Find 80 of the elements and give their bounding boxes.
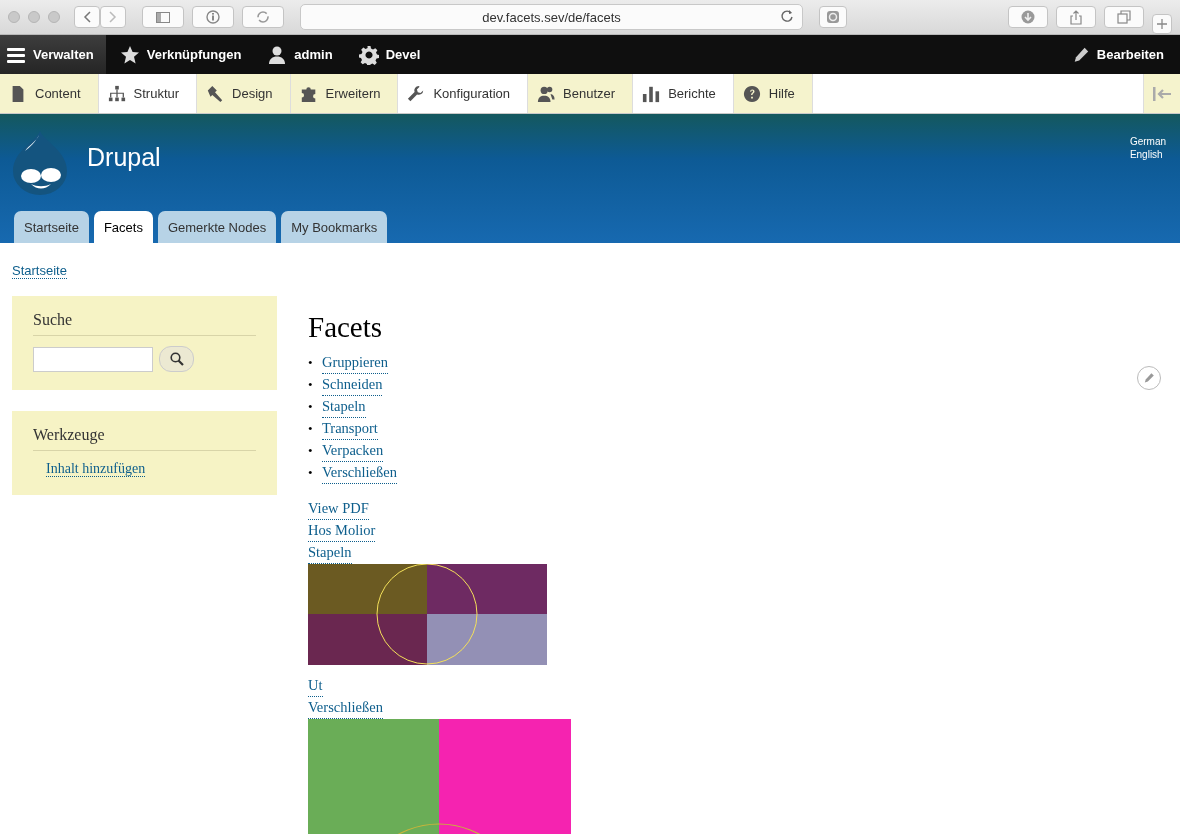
reader-button[interactable] bbox=[819, 6, 847, 28]
tabs-icon bbox=[1117, 10, 1131, 24]
forward-icon bbox=[109, 11, 117, 23]
download-icon bbox=[1021, 10, 1035, 24]
edit-button[interactable] bbox=[1137, 366, 1161, 390]
breadcrumb-link[interactable]: Startseite bbox=[12, 263, 67, 279]
download-button[interactable] bbox=[1008, 6, 1048, 28]
tray-menu-item[interactable]: Benutzer bbox=[528, 74, 634, 113]
sync-icon bbox=[256, 10, 270, 24]
reload-icon bbox=[780, 9, 794, 23]
bullet: • bbox=[308, 398, 314, 416]
address-bar[interactable]: dev.facets.sev/de/facets bbox=[300, 4, 803, 30]
facet-link[interactable]: Stapeln bbox=[322, 396, 366, 418]
facet-link[interactable]: Verschließen bbox=[322, 462, 397, 484]
bar-chart-icon bbox=[642, 84, 661, 103]
sitemap-icon bbox=[107, 84, 126, 103]
plus-icon bbox=[1157, 19, 1167, 29]
back-button[interactable] bbox=[74, 6, 100, 28]
tray-menu-item[interactable]: Erweitern bbox=[290, 74, 399, 113]
tool-link[interactable]: Inhalt hinzufügen bbox=[46, 461, 146, 477]
toolbar-item[interactable]: Verwalten bbox=[0, 35, 106, 74]
drupal-logo[interactable] bbox=[11, 129, 69, 195]
back-icon bbox=[83, 11, 91, 23]
user-icon bbox=[267, 44, 288, 65]
toolbar-item[interactable]: Devel bbox=[352, 35, 433, 74]
forward-button[interactable] bbox=[100, 6, 126, 28]
share-icon bbox=[1070, 9, 1082, 25]
facet-link[interactable]: Transport bbox=[322, 418, 378, 440]
pencil-icon bbox=[1143, 372, 1155, 384]
content-link[interactable]: Ut bbox=[308, 675, 323, 697]
puzzle-icon bbox=[299, 84, 318, 103]
users-icon bbox=[537, 84, 556, 103]
search-field[interactable] bbox=[33, 346, 153, 372]
toolbar-item[interactable]: admin bbox=[261, 35, 345, 74]
window-minimize-button[interactable] bbox=[28, 11, 40, 23]
orientation-toggle[interactable] bbox=[1143, 74, 1180, 113]
info-button[interactable] bbox=[192, 6, 234, 28]
page-title: Facets bbox=[308, 311, 384, 344]
bullet: • bbox=[308, 376, 314, 394]
sync-button[interactable] bbox=[242, 6, 284, 28]
bullet: • bbox=[308, 420, 314, 438]
facet-link[interactable]: Gruppieren bbox=[322, 352, 389, 374]
sidebar-icon bbox=[156, 11, 170, 23]
target-icon bbox=[826, 10, 840, 24]
language-link[interactable]: German bbox=[1129, 136, 1166, 147]
brush-icon bbox=[206, 84, 225, 103]
tray-menu-item[interactable]: Design bbox=[197, 74, 291, 113]
content-link[interactable]: View PDF bbox=[308, 498, 369, 520]
facet-link[interactable]: Schneiden bbox=[322, 374, 383, 396]
window-close-button[interactable] bbox=[8, 11, 20, 23]
block-title: Suche bbox=[33, 311, 256, 336]
search-icon bbox=[169, 352, 184, 366]
window-zoom-button[interactable] bbox=[48, 11, 60, 23]
edit-button[interactable]: Bearbeiten bbox=[1065, 35, 1180, 74]
gear-icon bbox=[358, 44, 379, 65]
collapse-icon bbox=[1152, 86, 1172, 101]
bullet: • bbox=[308, 464, 314, 482]
search-button[interactable] bbox=[159, 346, 194, 372]
wrench-icon bbox=[407, 84, 426, 103]
bullet: • bbox=[308, 354, 314, 372]
nav-tab[interactable]: Facets bbox=[93, 211, 153, 243]
nav-tab[interactable]: My Bookmarks bbox=[281, 211, 388, 243]
info-icon bbox=[206, 10, 220, 24]
block-title: Werkzeuge bbox=[33, 426, 256, 451]
toolbar-item[interactable]: Verknüpfungen bbox=[113, 35, 254, 74]
bullet: • bbox=[308, 442, 314, 460]
sidebar-button[interactable] bbox=[142, 6, 184, 28]
star-icon bbox=[119, 44, 140, 65]
tray-menu-item[interactable]: Hilfe bbox=[733, 74, 813, 113]
content-link[interactable]: Hos Molior bbox=[308, 520, 376, 542]
share-button[interactable] bbox=[1056, 6, 1096, 28]
tabs-button[interactable] bbox=[1104, 6, 1144, 28]
facet-link[interactable]: Verpacken bbox=[322, 440, 384, 462]
new-tab-button[interactable] bbox=[1152, 14, 1172, 34]
language-link[interactable]: English bbox=[1129, 149, 1166, 160]
nav-tab[interactable]: Gemerkte Nodes bbox=[157, 211, 277, 243]
nav-tab[interactable]: Startseite bbox=[14, 211, 89, 243]
site-name[interactable]: Drupal bbox=[87, 142, 161, 172]
tray-menu-item[interactable]: Content bbox=[0, 74, 99, 113]
help-icon bbox=[742, 84, 761, 103]
